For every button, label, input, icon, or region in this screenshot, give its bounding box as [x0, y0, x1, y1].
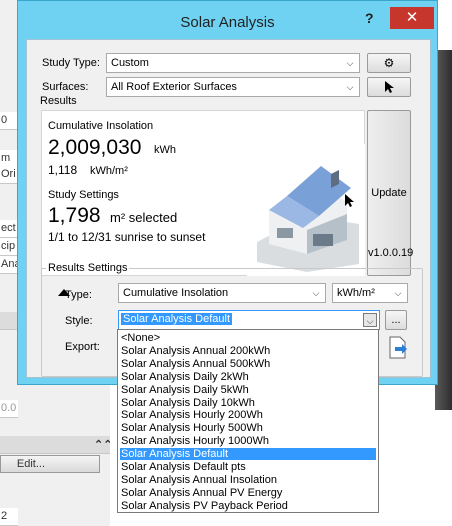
help-button[interactable]: ? [365, 10, 383, 26]
per-area-unit: kWh/m² [90, 165, 128, 177]
cursor-arrow-icon [385, 81, 394, 93]
style-option[interactable]: Solar Analysis Annual PV Energy [120, 487, 376, 499]
style-option[interactable]: Solar Analysis Daily 5kWh [120, 384, 376, 396]
type-label: Type: [65, 289, 92, 301]
dialog-client-area: Study Type: Custom ⌵ ⚙ Surfaces: All Roo… [26, 39, 431, 378]
bg-cell: 0.0 [0, 400, 18, 418]
per-area-value: 1,118 [48, 163, 78, 177]
date-range-text: 1/1 to 12/31 sunrise to sunset [48, 230, 206, 244]
style-option[interactable]: Solar Analysis Hourly 500Wh [120, 422, 376, 434]
style-value: Solar Analysis Default [121, 313, 232, 325]
chevron-down-icon: ⌵ [346, 58, 354, 68]
chevron-down-icon: ⌵ [363, 313, 377, 327]
style-option[interactable]: Solar Analysis Daily 10kWh [120, 397, 376, 409]
result-type-value: Cumulative Insolation [123, 287, 229, 299]
style-label: Style: [65, 315, 93, 327]
selected-area-value: 1,798 [48, 204, 101, 227]
solar-analysis-dialog: Solar Analysis ? ✕ Study Type: Custom ⌵ … [17, 0, 438, 385]
chevron-down-icon: ⌵ [346, 82, 354, 92]
bg-cell: Ori [0, 166, 18, 184]
results-legend: Results [40, 95, 77, 107]
style-select[interactable]: Solar Analysis Default ⌵ [118, 310, 380, 330]
export-file-icon [389, 336, 407, 359]
study-type-label: Study Type: [42, 57, 100, 69]
chevron-down-icon: ⌵ [312, 288, 320, 298]
style-option[interactable]: Solar Analysis Annual Insolation [120, 474, 376, 486]
study-type-select[interactable]: Custom ⌵ [106, 53, 360, 73]
unit-value: kWh/m² [337, 287, 375, 299]
bg-cell: Ana [0, 256, 18, 274]
style-option[interactable]: Solar Analysis Daily 2kWh [120, 371, 376, 383]
bg-cell: cip [0, 238, 18, 256]
chevron-down-icon: ⌵ [394, 288, 402, 298]
version-text: v1.0.0.19 [368, 247, 414, 259]
selected-area-unit: m² selected [110, 210, 178, 225]
bg-cell: 0 [0, 112, 18, 130]
style-browse-button[interactable]: ... [385, 310, 407, 330]
style-option[interactable]: Solar Analysis Default [120, 448, 376, 461]
cumulative-insolation-unit: kWh [154, 144, 176, 156]
style-option[interactable]: <None> [120, 332, 376, 344]
style-option[interactable]: Solar Analysis Annual 500kWh [120, 358, 376, 370]
surfaces-value: All Roof Exterior Surfaces [111, 81, 237, 93]
unit-select[interactable]: kWh/m² ⌵ [332, 283, 408, 303]
study-type-value: Custom [111, 57, 149, 69]
style-option[interactable]: Solar Analysis Annual 200kWh [120, 345, 376, 357]
results-settings-legend: Results Settings [48, 262, 128, 274]
bg-cell: 2 [0, 508, 18, 526]
cumulative-insolation-value: 2,009,030 [48, 136, 142, 159]
pick-surfaces-button[interactable] [367, 77, 411, 97]
surfaces-select[interactable]: All Roof Exterior Surfaces ⌵ [106, 77, 360, 97]
house-preview-image [247, 144, 365, 276]
cumulative-insolation-label: Cumulative Insolation [48, 120, 154, 132]
style-dropdown-list[interactable]: <None> Solar Analysis Annual 200kWh Solar … [117, 329, 379, 513]
title-bar[interactable]: Solar Analysis ? ✕ [18, 1, 437, 39]
close-button[interactable]: ✕ [390, 7, 434, 29]
surfaces-label: Surfaces: [42, 81, 89, 93]
bg-cell: ect [0, 220, 18, 238]
study-settings-label: Study Settings [48, 189, 119, 201]
style-option[interactable]: Solar Analysis Hourly 1000Wh [120, 435, 376, 447]
collapse-chevrons-icon[interactable]: ⌃⌃ [0, 436, 110, 454]
style-option[interactable]: Solar Analysis PV Payback Period [120, 500, 376, 512]
study-settings-button[interactable]: ⚙ [367, 53, 411, 73]
export-label: Export: [65, 341, 100, 353]
export-button[interactable] [387, 336, 409, 360]
style-option[interactable]: Solar Analysis Default pts [120, 461, 376, 473]
edit-button[interactable]: Edit... [0, 455, 100, 473]
bg-cell [0, 312, 18, 330]
style-option[interactable]: Solar Analysis Hourly 200Wh [120, 409, 376, 421]
gears-icon: ⚙ [383, 56, 395, 70]
result-type-select[interactable]: Cumulative Insolation ⌵ [118, 283, 326, 303]
